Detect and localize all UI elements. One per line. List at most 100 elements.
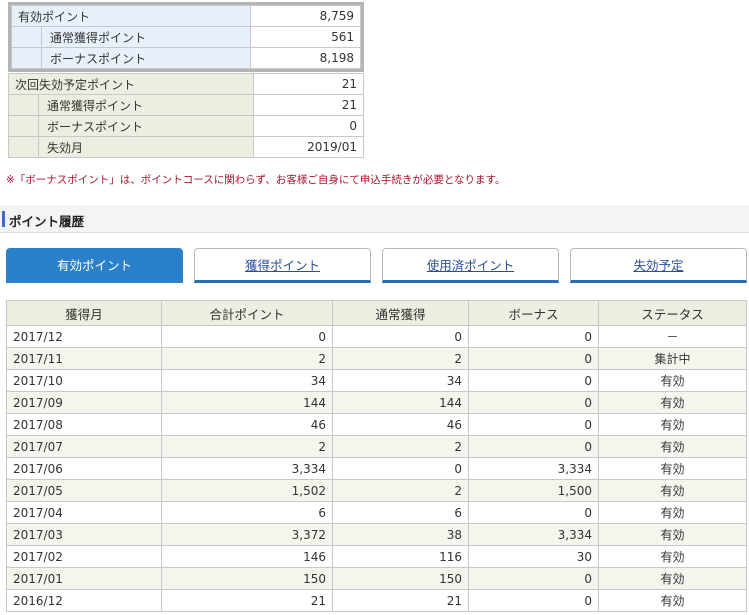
month-cell: 2017/02 [6,545,162,568]
table-row: 2017/11 2 2 0 集計中 [6,347,747,370]
tab-label[interactable]: 獲得ポイント [245,258,320,273]
tab-earned-points[interactable]: 獲得ポイント [194,248,371,283]
tab-used-points[interactable]: 使用済ポイント [382,248,559,283]
summary-value: 561 [250,26,361,48]
status-cell: 有効 [598,479,747,502]
regular-cell: 21 [332,589,469,612]
section-accent-bar [2,211,5,227]
summary-row-total: 有効ポイント 8,759 [11,5,361,27]
total-cell: 21 [161,589,333,612]
total-cell: 1,502 [161,479,333,502]
indent-cell [11,47,42,69]
month-cell: 2016/12 [6,589,162,612]
table-row: 2017/04 6 6 0 有効 [6,501,747,524]
bonus-cell: 30 [468,545,599,568]
total-cell: 46 [161,413,333,436]
status-cell: 有効 [598,567,747,590]
regular-cell: 144 [332,391,469,414]
regular-cell: 0 [332,325,469,348]
expiring-points-summary: 次回失効予定ポイント 21 通常獲得ポイント 21 ボーナスポイント 0 失効月… [8,73,364,158]
status-cell: 有効 [598,413,747,436]
bonus-cell: 1,500 [468,479,599,502]
summary-label: 通常獲得ポイント [41,26,251,48]
month-cell: 2017/12 [6,325,162,348]
summary-value: 21 [253,94,364,116]
indent-cell [8,115,39,137]
month-cell: 2017/01 [6,567,162,590]
column-header: 獲得月 [6,300,162,326]
table-row: 2017/12 0 0 0 － [6,325,747,348]
summary-label: 有効ポイント [11,5,251,27]
regular-cell: 34 [332,369,469,392]
month-cell: 2017/10 [6,369,162,392]
tab-valid-points[interactable]: 有効ポイント [6,248,183,283]
month-cell: 2017/04 [6,501,162,524]
table-row: 2017/05 1,502 2 1,500 有効 [6,479,747,502]
regular-cell: 150 [332,567,469,590]
tab-label[interactable]: 使用済ポイント [427,258,515,273]
status-cell: 有効 [598,589,747,612]
total-cell: 0 [161,325,333,348]
month-cell: 2017/07 [6,435,162,458]
status-cell: 有効 [598,435,747,458]
total-cell: 6 [161,501,333,524]
bonus-cell: 0 [468,413,599,436]
bonus-cell: 0 [468,325,599,348]
tab-label: 有効ポイント [56,258,132,273]
history-tabs: 有効ポイント 獲得ポイント 使用済ポイント 失効予定 [6,248,747,286]
total-cell: 2 [161,347,333,370]
total-cell: 3,372 [161,523,333,546]
column-header: 合計ポイント [161,300,333,326]
status-cell: 集計中 [598,347,747,370]
bonus-cell: 0 [468,369,599,392]
table-row: 2017/07 2 2 0 有効 [6,435,747,458]
summary-row: 失効月 2019/01 [8,136,364,158]
table-row: 2017/08 46 46 0 有効 [6,413,747,436]
summary-row: 通常獲得ポイント 21 [8,94,364,116]
column-header: ボーナス [468,300,599,326]
month-cell: 2017/11 [6,347,162,370]
bonus-cell: 0 [468,589,599,612]
regular-cell: 2 [332,479,469,502]
points-history-table: 獲得月 合計ポイント 通常獲得 ボーナス ステータス 2017/12 0 0 0 － 20… [6,300,747,612]
summary-label: 失効月 [38,136,254,158]
summary-label: ボーナスポイント [41,47,251,69]
regular-cell: 38 [332,523,469,546]
column-header: ステータス [598,300,747,326]
table-header-row: 獲得月 合計ポイント 通常獲得 ボーナス ステータス [6,300,747,326]
table-row: 2017/09 144 144 0 有効 [6,391,747,414]
status-cell: 有効 [598,391,747,414]
bonus-cell: 0 [468,567,599,590]
regular-cell: 116 [332,545,469,568]
summary-label: 通常獲得ポイント [38,94,254,116]
indent-cell [8,136,39,158]
tab-label[interactable]: 失効予定 [633,258,683,273]
tab-expiring[interactable]: 失効予定 [570,248,747,283]
total-cell: 3,334 [161,457,333,480]
indent-cell [11,26,42,48]
total-cell: 2 [161,435,333,458]
summary-row: ボーナスポイント 0 [8,115,364,137]
bonus-cell: 0 [468,347,599,370]
bonus-cell: 0 [468,501,599,524]
summary-row: ボーナスポイント 8,198 [11,47,361,69]
status-cell: 有効 [598,545,747,568]
month-cell: 2017/03 [6,523,162,546]
status-cell: － [598,325,747,348]
regular-cell: 0 [332,457,469,480]
summary-value: 8,198 [250,47,361,69]
total-cell: 34 [161,369,333,392]
table-row: 2017/03 3,372 38 3,334 有効 [6,523,747,546]
summary-label: ボーナスポイント [38,115,254,137]
table-row: 2017/02 146 116 30 有効 [6,545,747,568]
summary-row: 通常獲得ポイント 561 [11,26,361,48]
summary-value: 2019/01 [253,136,364,158]
total-cell: 146 [161,545,333,568]
table-row: 2017/10 34 34 0 有効 [6,369,747,392]
status-cell: 有効 [598,369,747,392]
summary-label: 次回失効予定ポイント [8,73,254,95]
bonus-cell: 3,334 [468,523,599,546]
section-title: ポイント履歴 [9,214,85,229]
month-cell: 2017/09 [6,391,162,414]
table-row: 2017/01 150 150 0 有効 [6,567,747,590]
